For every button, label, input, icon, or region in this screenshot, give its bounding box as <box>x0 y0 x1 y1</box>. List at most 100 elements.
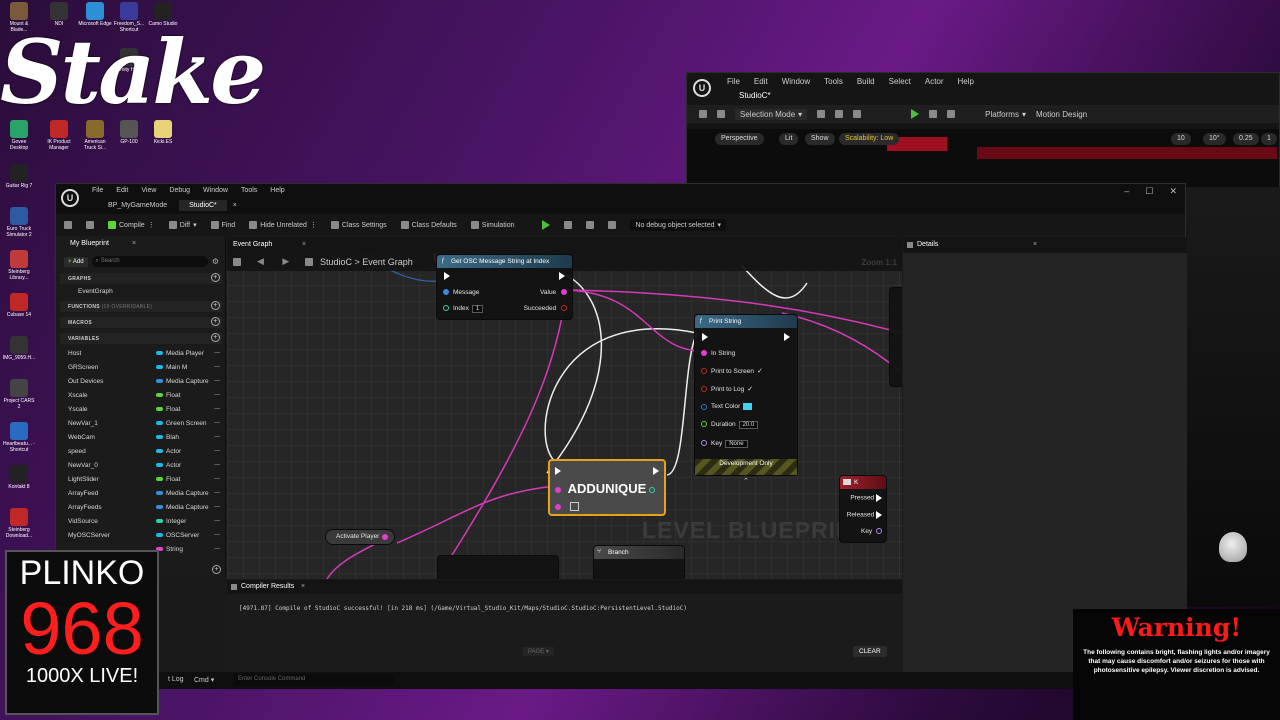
visibility-eye-icon[interactable]: — <box>214 420 220 426</box>
show-button[interactable]: Show <box>805 133 835 145</box>
menu-file[interactable]: File <box>92 187 103 194</box>
pin-index[interactable]: Index 1 <box>443 305 484 313</box>
variable-row[interactable]: WebCam Blah — <box>68 432 220 445</box>
menu-select[interactable]: Select <box>889 77 911 86</box>
visibility-eye-icon[interactable]: — <box>214 434 220 440</box>
variable-type[interactable]: Media Capture <box>156 378 209 385</box>
pin-key[interactable]: Key <box>861 528 882 535</box>
grid-size[interactable]: 10 <box>1171 133 1191 145</box>
frame-skip-icon[interactable] <box>564 221 573 229</box>
class-defaults-button[interactable]: Class Defaults <box>400 221 457 229</box>
variable-row[interactable]: NewVar_0 Actor — <box>68 460 220 473</box>
item-box[interactable] <box>570 502 579 511</box>
desktop-icon[interactable]: Kontakt 8 <box>2 465 36 490</box>
node-partial-bottom[interactable] <box>437 555 559 579</box>
eject-icon[interactable] <box>608 221 617 229</box>
variable-type[interactable]: Actor <box>156 462 181 469</box>
variable-row[interactable]: LightSlider Float — <box>68 474 220 487</box>
stop-icon[interactable] <box>947 110 956 118</box>
save-icon[interactable] <box>699 110 707 118</box>
search-input[interactable]: ⌕ Search <box>91 256 208 267</box>
variable-type[interactable]: Integer <box>156 518 186 525</box>
lit-button[interactable]: Lit <box>779 133 799 145</box>
pin-value[interactable]: Value <box>540 289 567 296</box>
scale-snap[interactable]: 0.25 <box>1233 133 1259 145</box>
hide-unrelated-button[interactable]: Hide Unrelated ⋮ <box>249 221 317 229</box>
visibility-eye-icon[interactable]: — <box>214 546 220 552</box>
add-function-icon[interactable]: + <box>211 301 220 310</box>
menu-file[interactable]: File <box>727 77 740 86</box>
menu-window[interactable]: Window <box>203 187 228 194</box>
variable-row[interactable]: NewVar_1 Green Screen — <box>68 418 220 431</box>
menu-tools[interactable]: Tools <box>241 187 257 194</box>
stop-icon[interactable] <box>586 221 595 229</box>
visibility-eye-icon[interactable]: — <box>214 392 220 398</box>
browse-icon[interactable] <box>86 221 94 229</box>
visibility-eye-icon[interactable]: — <box>214 518 220 524</box>
close-tab-icon[interactable]: × <box>301 583 305 590</box>
close-tab-icon[interactable]: × <box>229 200 241 211</box>
perspective-button[interactable]: Perspective <box>715 133 764 145</box>
pause-icon[interactable] <box>929 110 938 118</box>
node-print-string[interactable]: ƒ Print String In String Print to Screen ✓… <box>694 314 798 485</box>
desktop-icon[interactable]: Project CARS 2 <box>2 379 36 410</box>
variable-type[interactable]: Media Capture <box>156 490 209 497</box>
variable-row[interactable]: Yscale Float — <box>68 404 220 417</box>
add-button[interactable]: + Add <box>64 256 88 267</box>
motion-design-button[interactable]: Motion Design <box>1036 110 1087 119</box>
menu-edit[interactable]: Edit <box>754 77 768 86</box>
desktop-icon[interactable]: IK Product Manager <box>42 120 76 151</box>
pin-print-to-screen[interactable]: Print to Screen ✓ <box>701 367 763 375</box>
checkbox-checked-icon[interactable]: ✓ <box>747 385 753 393</box>
variable-row[interactable]: Out Devices Media Capture — <box>68 376 220 389</box>
pin-dot[interactable] <box>382 534 388 540</box>
pin-print-to-log[interactable]: Print to Log ✓ <box>701 385 753 393</box>
section-macros[interactable]: MACROS + <box>60 317 222 328</box>
compile-button[interactable]: Compile ⋮ <box>108 221 155 229</box>
desktop-icon[interactable]: IMG_9059.H... <box>2 336 36 361</box>
blueprint-icon[interactable] <box>835 110 844 118</box>
pin-succeeded[interactable]: Succeeded <box>524 305 567 312</box>
variable-row[interactable]: MyOSCServer OSCServer — <box>68 530 220 543</box>
close-tab-icon[interactable]: × <box>1033 241 1037 248</box>
camera-speed[interactable]: 1 <box>1261 133 1277 145</box>
visibility-eye-icon[interactable]: — <box>214 350 220 356</box>
browse-icon[interactable] <box>717 110 725 118</box>
tab-bp-mygamemode[interactable]: BP_MyGameMode <box>98 200 177 211</box>
graph-options-icon[interactable] <box>233 258 241 266</box>
menu-debug[interactable]: Debug <box>169 187 190 194</box>
graph-eventgraph[interactable]: EventGraph <box>68 286 220 299</box>
maximize-icon[interactable]: ☐ <box>1145 186 1153 197</box>
add-icon[interactable]: + <box>212 565 221 574</box>
variable-type[interactable]: Actor <box>156 448 181 455</box>
tab-studioc[interactable]: StudioC* <box>179 200 227 211</box>
desktop-icon[interactable]: Cubase 14 <box>2 293 36 318</box>
variable-row[interactable]: speed Actor — <box>68 446 220 459</box>
array-in-pin[interactable] <box>555 487 561 493</box>
class-settings-button[interactable]: Class Settings <box>330 221 387 229</box>
my-blueprint-tab[interactable]: My Blueprint <box>70 240 109 247</box>
diff-button[interactable]: Diff ▾ <box>168 221 197 229</box>
visibility-eye-icon[interactable]: — <box>214 490 220 496</box>
node-k-key-event[interactable]: K Pressed Released Key <box>839 475 887 543</box>
menu-edit[interactable]: Edit <box>116 187 128 194</box>
menu-help[interactable]: Help <box>270 187 284 194</box>
desktop-icon[interactable]: Heartbeatu... - Shortcut <box>2 422 36 453</box>
event-graph-canvas[interactable]: ◀ ▶ StudioC > Event Graph Zoom 1:1 LEVEL… <box>227 253 902 579</box>
desktop-icon[interactable]: Guitar Rig 7 <box>2 164 36 189</box>
tab-compiler-results[interactable]: Compiler Results <box>241 583 294 590</box>
visibility-eye-icon[interactable]: — <box>214 406 220 412</box>
desktop-icon[interactable]: Govee Desktop <box>2 120 36 151</box>
minimize-icon[interactable]: – <box>1124 186 1129 197</box>
visibility-eye-icon[interactable]: — <box>214 504 220 510</box>
desktop-icon[interactable]: Steinberg Library... <box>2 250 36 281</box>
menu-build[interactable]: Build <box>857 77 875 86</box>
pin-text-color[interactable]: Text Color <box>701 403 753 410</box>
visibility-eye-icon[interactable]: — <box>214 378 220 384</box>
variable-row[interactable]: ArrayFeeds Media Capture — <box>68 502 220 515</box>
menu-window[interactable]: Window <box>782 77 810 86</box>
close-icon[interactable]: ✕ <box>1169 186 1177 197</box>
pin-message[interactable]: Message <box>443 289 479 296</box>
variable-type[interactable]: Media Capture <box>156 504 209 511</box>
exec-in-pin[interactable] <box>702 333 708 341</box>
